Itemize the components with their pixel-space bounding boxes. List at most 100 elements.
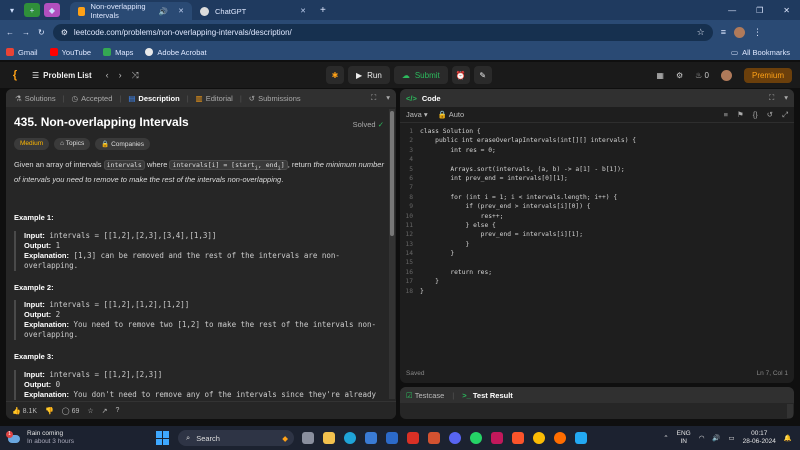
brave-icon[interactable] bbox=[512, 432, 524, 444]
tab-accepted[interactable]: ◷ Accepted bbox=[69, 94, 116, 103]
tab-description[interactable]: ▤ Description bbox=[125, 94, 182, 103]
clock[interactable]: 00:17 28-06-2024 bbox=[743, 430, 776, 446]
outlook-icon[interactable] bbox=[386, 432, 398, 444]
favorite-star-icon[interactable]: ☆ bbox=[87, 407, 93, 415]
braces-icon[interactable]: {} bbox=[753, 110, 758, 120]
run-button[interactable]: ▶ Run bbox=[348, 66, 390, 84]
taskbar-search[interactable]: ⌕ Search ◆ bbox=[178, 430, 294, 446]
windows-start-icon[interactable] bbox=[156, 431, 170, 445]
chevron-up-icon[interactable]: ⌃ bbox=[663, 434, 668, 442]
code-line[interactable]: 7 bbox=[400, 183, 794, 192]
whatsapp-icon[interactable] bbox=[470, 432, 482, 444]
calendar-icon[interactable] bbox=[491, 432, 503, 444]
leetcode-logo-icon[interactable]: { bbox=[8, 68, 22, 82]
language-indicator[interactable]: ENG IN bbox=[677, 430, 691, 446]
discord-icon[interactable] bbox=[449, 432, 461, 444]
maximize-icon[interactable]: ❐ bbox=[756, 6, 763, 15]
bookmark-star-icon[interactable]: ☆ bbox=[697, 27, 705, 38]
all-bookmarks[interactable]: ▭ All Bookmarks bbox=[731, 48, 800, 57]
code-line[interactable]: 3 int res = 0; bbox=[400, 146, 794, 155]
collapse-panel-icon[interactable]: ▾ bbox=[784, 93, 788, 103]
code-line[interactable]: 14 } bbox=[400, 249, 794, 258]
bookmark-icon[interactable]: ⚑ bbox=[737, 110, 744, 120]
url-field[interactable]: ⚙ leetcode.com/problems/non-overlapping-… bbox=[52, 23, 713, 41]
notes-button[interactable]: ✎ bbox=[473, 66, 492, 84]
code-line[interactable]: 17 } bbox=[400, 277, 794, 286]
timer-button[interactable]: ⏰ bbox=[451, 66, 470, 84]
new-tab-icon[interactable]: + bbox=[320, 5, 326, 16]
code-line[interactable]: 16 return res; bbox=[400, 268, 794, 277]
pencil-app-icon[interactable] bbox=[554, 432, 566, 444]
code-editor[interactable]: 1 class Solution {2 public int eraseOverl… bbox=[400, 127, 794, 296]
dislike-icon[interactable]: 👎 bbox=[45, 407, 54, 415]
code-line[interactable]: 9 if (prev_end > intervals[i][0]) { bbox=[400, 202, 794, 211]
media-controls-icon[interactable]: ≡ bbox=[721, 27, 726, 37]
companies-chip[interactable]: 🔒 Companies bbox=[95, 138, 150, 150]
comments-button[interactable]: ◯ 69 bbox=[62, 407, 80, 415]
auto-mode[interactable]: 🔒 Auto bbox=[438, 110, 464, 119]
vscode-icon[interactable] bbox=[575, 432, 587, 444]
acrobat-icon[interactable] bbox=[407, 432, 419, 444]
edge-icon[interactable] bbox=[344, 432, 356, 444]
tab-group-icon-2[interactable]: ◆ bbox=[44, 3, 60, 17]
layout-icon[interactable]: ▦ bbox=[656, 71, 664, 80]
reload-icon[interactable]: ↻ bbox=[38, 28, 45, 37]
description-scrollbar[interactable] bbox=[389, 109, 395, 399]
next-problem-icon[interactable]: › bbox=[119, 70, 122, 81]
file-explorer-icon[interactable] bbox=[323, 432, 335, 444]
tab-submissions[interactable]: ↺ Submissions bbox=[246, 94, 304, 103]
code-line[interactable]: 5 Arrays.sort(intervals, (a, b) -> a[1] … bbox=[400, 165, 794, 174]
audio-icon[interactable]: 🔊 bbox=[159, 7, 168, 16]
user-avatar[interactable] bbox=[720, 69, 732, 81]
code-line[interactable]: 12 prev_end = intervals[i][1]; bbox=[400, 230, 794, 239]
close-tab-icon[interactable]: ✕ bbox=[178, 7, 184, 15]
collapse-panel-icon[interactable]: ▾ bbox=[386, 93, 390, 103]
chrome-icon[interactable] bbox=[533, 432, 545, 444]
language-select[interactable]: Java ▾ bbox=[406, 110, 428, 119]
debug-button[interactable]: ✱ bbox=[326, 66, 344, 84]
forward-icon[interactable]: → bbox=[22, 28, 30, 37]
format-icon[interactable]: ≡ bbox=[724, 110, 728, 120]
close-window-icon[interactable]: ✕ bbox=[783, 6, 790, 15]
premium-button[interactable]: Premium bbox=[743, 67, 792, 83]
maximize-panel-icon[interactable]: ⛶ bbox=[769, 93, 774, 103]
like-button[interactable]: 👍 8.1K bbox=[12, 407, 37, 415]
code-line[interactable]: 6 int prev_end = intervals[0][1]; bbox=[400, 174, 794, 183]
help-icon[interactable]: ? bbox=[116, 407, 120, 414]
code-line[interactable]: 15 bbox=[400, 258, 794, 267]
submit-button[interactable]: ☁ Submit bbox=[393, 66, 448, 84]
tab-editorial[interactable]: ▥ Editorial bbox=[193, 94, 236, 103]
code-line[interactable]: 13 } bbox=[400, 240, 794, 249]
topics-chip[interactable]: ⌂ Topics bbox=[54, 138, 91, 150]
fullscreen-icon[interactable]: ⤢ bbox=[782, 110, 788, 120]
tab-solutions[interactable]: ⚗ Solutions bbox=[12, 94, 59, 103]
site-info-icon[interactable]: ⚙ bbox=[61, 28, 68, 37]
bookmark-gmail[interactable]: Gmail bbox=[6, 48, 38, 57]
back-icon[interactable]: ← bbox=[6, 28, 14, 37]
code-line[interactable]: 2 public int eraseOverlapIntervals(int[]… bbox=[400, 136, 794, 145]
task-view-icon[interactable] bbox=[302, 432, 314, 444]
bookmark-maps[interactable]: Maps bbox=[103, 48, 133, 57]
problem-list-button[interactable]: ☰ Problem List bbox=[32, 71, 92, 80]
tab-group-icon[interactable]: + bbox=[24, 3, 40, 17]
store-icon[interactable] bbox=[365, 432, 377, 444]
prev-problem-icon[interactable]: ‹ bbox=[106, 70, 109, 81]
scrollbar-thumb[interactable] bbox=[390, 111, 394, 236]
battery-icon[interactable]: ▭ bbox=[729, 434, 735, 442]
code-line[interactable]: 10 res++; bbox=[400, 212, 794, 221]
testcase-scrollbar[interactable] bbox=[787, 404, 793, 418]
menu-dots-icon[interactable]: ⋮ bbox=[753, 27, 762, 38]
code-line[interactable]: 8 for (int i = 1; i < intervals.length; … bbox=[400, 193, 794, 202]
code-line[interactable]: 11 } else { bbox=[400, 221, 794, 230]
shuffle-icon[interactable]: ⤨ bbox=[132, 70, 139, 81]
settings-gear-icon[interactable]: ⚙ bbox=[676, 71, 683, 80]
tab-chatgpt[interactable]: ChatGPT ✕ bbox=[192, 2, 314, 20]
reset-icon[interactable]: ↺ bbox=[767, 110, 773, 120]
tab-test-result[interactable]: >_ Test Result bbox=[462, 391, 513, 400]
close-tab-icon[interactable]: ✕ bbox=[300, 7, 306, 15]
maximize-panel-icon[interactable]: ⛶ bbox=[371, 93, 376, 103]
tab-non-overlapping[interactable]: Non-overlapping Intervals 🔊 ✕ bbox=[70, 2, 192, 20]
volume-icon[interactable]: 🔊 bbox=[712, 434, 720, 442]
wifi-icon[interactable]: ◠ bbox=[699, 434, 705, 442]
weather-widget[interactable]: 1 Rain coming In about 3 hours bbox=[0, 430, 150, 446]
